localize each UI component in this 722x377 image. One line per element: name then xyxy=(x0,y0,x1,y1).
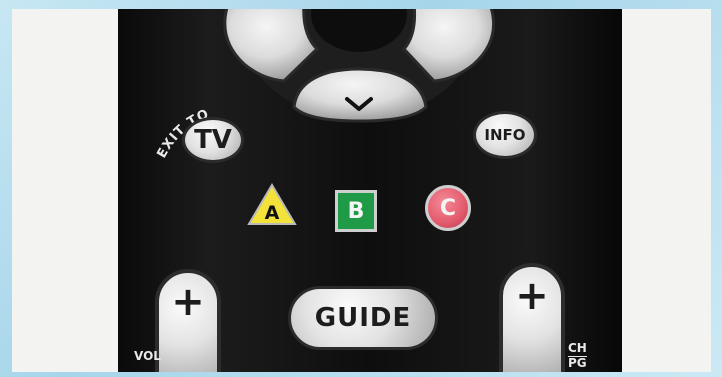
tv-button-label: TV xyxy=(194,125,232,155)
button-a-label: A xyxy=(265,202,280,224)
button-c[interactable]: C xyxy=(425,185,471,231)
ch-up-button[interactable]: + xyxy=(499,263,565,372)
button-b-label: B xyxy=(347,198,365,224)
info-button[interactable]: INFO xyxy=(473,111,537,159)
button-b[interactable]: B xyxy=(335,190,377,232)
ch-plus-label: + xyxy=(515,273,549,319)
info-button-label: INFO xyxy=(484,126,526,144)
vol-up-button[interactable]: + xyxy=(155,269,221,372)
button-c-label: C xyxy=(439,195,457,221)
remote-photo: EXIT TO TV INFO A B C + VOL GUIDE xyxy=(12,9,711,372)
ch-label: CH xyxy=(568,341,587,355)
light-blue-frame: EXIT TO TV INFO A B C + VOL GUIDE xyxy=(0,0,722,377)
tv-button[interactable]: TV xyxy=(182,117,244,163)
guide-button[interactable]: GUIDE xyxy=(288,286,438,350)
pg-label: PG xyxy=(568,356,587,370)
guide-button-label: GUIDE xyxy=(314,303,412,333)
button-a[interactable]: A xyxy=(247,183,297,227)
vol-plus-label: + xyxy=(171,279,205,325)
vol-label: VOL xyxy=(134,349,161,363)
